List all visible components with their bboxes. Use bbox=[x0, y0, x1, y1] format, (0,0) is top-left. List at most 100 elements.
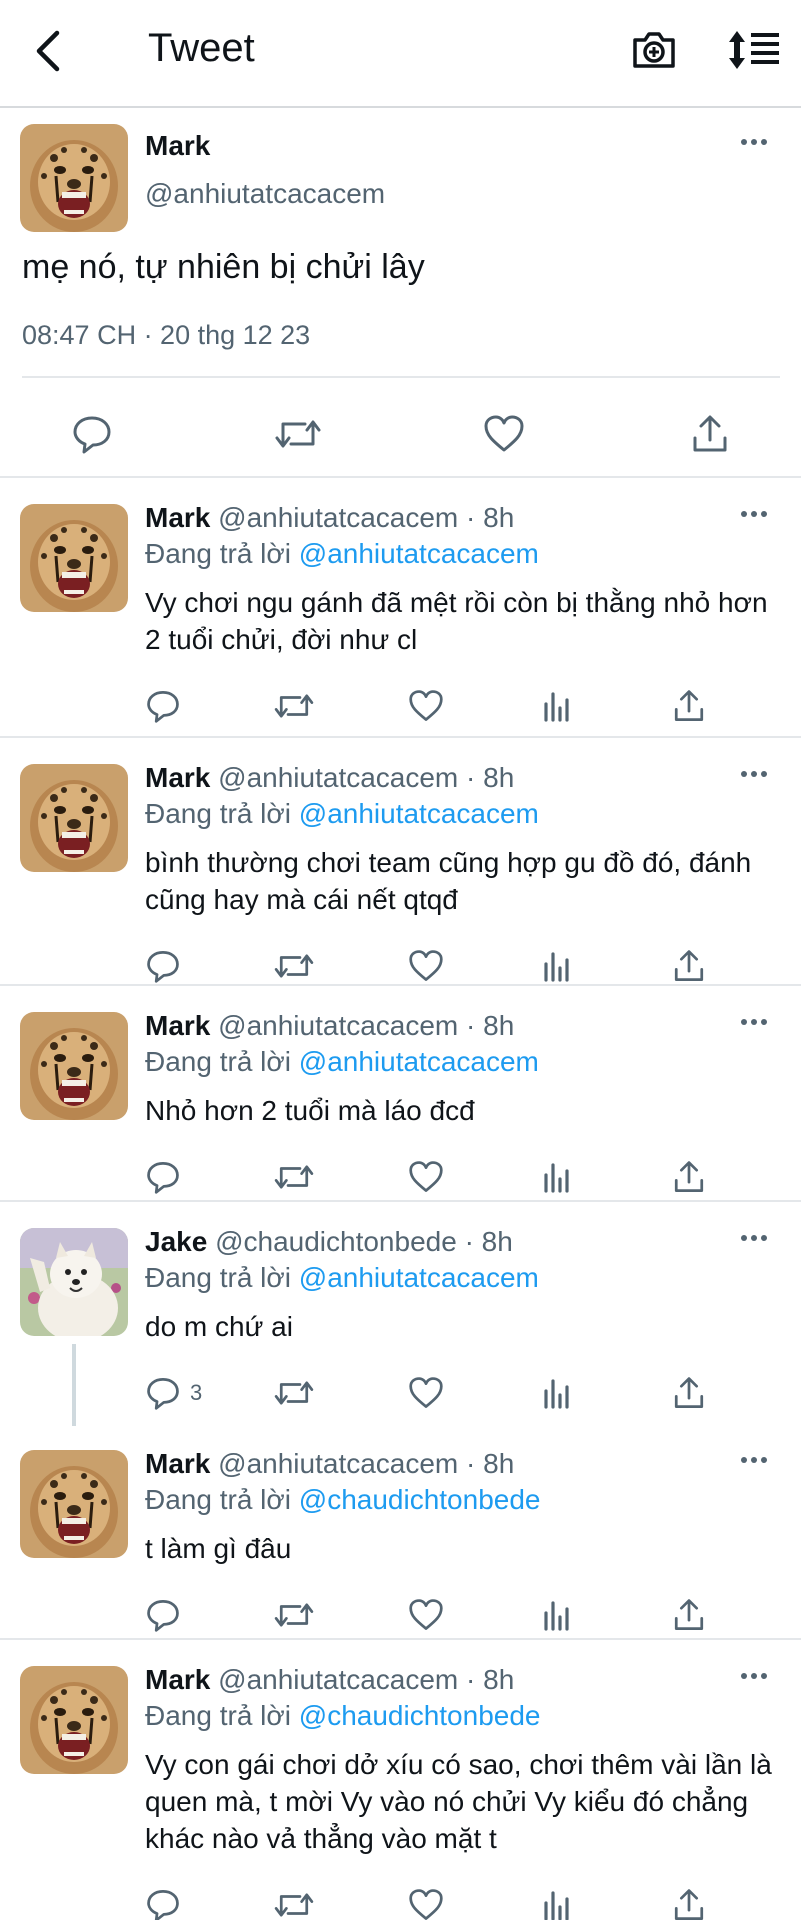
reply-tweet[interactable]: Mark @anhiutatcacacem · 8h Đang trả lời … bbox=[0, 988, 801, 1202]
heart-icon bbox=[409, 1377, 443, 1408]
retweet-icon bbox=[274, 1381, 314, 1405]
mention-link[interactable]: @anhiutatcacacem bbox=[299, 538, 539, 569]
author-name[interactable]: Mark bbox=[145, 1664, 210, 1695]
author-name[interactable]: Mark bbox=[145, 130, 210, 162]
avatar[interactable] bbox=[20, 124, 128, 232]
share-button[interactable] bbox=[672, 1371, 706, 1415]
heart-icon bbox=[409, 1599, 443, 1630]
more-button[interactable] bbox=[740, 1672, 768, 1680]
avatar[interactable] bbox=[20, 1012, 128, 1120]
stats-button[interactable] bbox=[542, 684, 572, 728]
retweet-button[interactable] bbox=[274, 944, 314, 988]
mention-link[interactable]: @chaudichtonbede bbox=[299, 1484, 541, 1515]
author-name[interactable]: Jake bbox=[145, 1226, 207, 1257]
more-button[interactable] bbox=[740, 510, 768, 518]
mention-link[interactable]: @chaudichtonbede bbox=[299, 1700, 541, 1731]
chevron-left-icon bbox=[36, 30, 60, 72]
reply-button[interactable]: 3 bbox=[146, 1371, 202, 1415]
like-button[interactable] bbox=[408, 1155, 444, 1199]
retweet-icon bbox=[274, 1165, 314, 1189]
like-button[interactable] bbox=[408, 1593, 444, 1637]
more-button[interactable] bbox=[740, 1456, 768, 1464]
reply-actions bbox=[0, 944, 801, 988]
reply-tweet[interactable]: Mark @anhiutatcacacem · 8h Đang trả lời … bbox=[0, 1642, 801, 1920]
more-button[interactable] bbox=[740, 1018, 768, 1026]
author-handle-time[interactable]: @anhiutatcacacem · 8h bbox=[210, 1664, 514, 1695]
share-button[interactable] bbox=[672, 684, 706, 728]
more-icon bbox=[741, 771, 767, 777]
more-button[interactable] bbox=[740, 770, 768, 778]
replying-to-label: Đang trả lời bbox=[145, 1262, 299, 1293]
retweet-button[interactable] bbox=[274, 684, 314, 728]
mention-link[interactable]: @anhiutatcacacem bbox=[299, 1262, 539, 1293]
sort-button[interactable] bbox=[722, 22, 786, 78]
stats-button[interactable] bbox=[542, 944, 572, 988]
like-button[interactable] bbox=[474, 404, 534, 464]
mention-link[interactable]: @anhiutatcacacem bbox=[299, 798, 539, 829]
more-button[interactable] bbox=[740, 138, 768, 146]
replying-to-label: Đang trả lời bbox=[145, 1700, 299, 1731]
reply-button[interactable] bbox=[62, 404, 122, 464]
avatar[interactable] bbox=[20, 1450, 128, 1558]
retweet-button[interactable] bbox=[274, 1371, 314, 1415]
more-icon bbox=[741, 1457, 767, 1463]
author-handle-time[interactable]: @anhiutatcacacem · 8h bbox=[210, 1010, 514, 1041]
like-button[interactable] bbox=[408, 684, 444, 728]
author-handle[interactable]: @anhiutatcacacem bbox=[145, 178, 385, 210]
author-handle-time[interactable]: @chaudichtonbede · 8h bbox=[207, 1226, 513, 1257]
reply-tweet[interactable]: Mark @anhiutatcacacem · 8h Đang trả lời … bbox=[0, 740, 801, 986]
share-button[interactable] bbox=[672, 944, 706, 988]
author-handle-time[interactable]: @anhiutatcacacem · 8h bbox=[210, 502, 514, 533]
retweet-button[interactable] bbox=[274, 1155, 314, 1199]
reply-button[interactable] bbox=[146, 684, 190, 728]
more-button[interactable] bbox=[740, 1234, 768, 1242]
camera-button[interactable] bbox=[628, 22, 680, 78]
more-icon bbox=[741, 1235, 767, 1241]
author-name[interactable]: Mark bbox=[145, 502, 210, 533]
author-handle-time[interactable]: @anhiutatcacacem · 8h bbox=[210, 1448, 514, 1479]
author-name[interactable]: Mark bbox=[145, 762, 210, 793]
author-name[interactable]: Mark bbox=[145, 1448, 210, 1479]
main-tweet: Mark @anhiutatcacacem mẹ nó, tự nhiên bị… bbox=[0, 108, 801, 478]
author-handle-time[interactable]: @anhiutatcacacem · 8h bbox=[210, 762, 514, 793]
stats-button[interactable] bbox=[542, 1593, 572, 1637]
stats-button[interactable] bbox=[542, 1883, 572, 1920]
share-button[interactable] bbox=[672, 1593, 706, 1637]
share-button[interactable] bbox=[672, 1883, 706, 1920]
avatar[interactable] bbox=[20, 504, 128, 612]
reply-button[interactable] bbox=[146, 1883, 190, 1920]
back-button[interactable] bbox=[22, 22, 74, 80]
avatar[interactable] bbox=[20, 1228, 128, 1336]
share-button[interactable] bbox=[672, 1155, 706, 1199]
reply-button[interactable] bbox=[146, 1155, 190, 1199]
reply-icon bbox=[147, 1890, 179, 1920]
tweet-text: mẹ nó, tự nhiên bị chửi lây bbox=[22, 248, 425, 286]
reply-tweet[interactable]: Mark @anhiutatcacacem · 8h Đang trả lời … bbox=[0, 480, 801, 738]
reply-tweet[interactable]: Mark @anhiutatcacacem · 8h Đang trả lời … bbox=[0, 1426, 801, 1640]
author-name[interactable]: Mark bbox=[145, 1010, 210, 1041]
sort-icon bbox=[729, 31, 779, 69]
mention-link[interactable]: @anhiutatcacacem bbox=[299, 1046, 539, 1077]
stats-button[interactable] bbox=[542, 1371, 572, 1415]
reply-header: Mark @anhiutatcacacem · 8h bbox=[145, 1448, 514, 1480]
reply-tweet[interactable]: Jake @chaudichtonbede · 8h Đang trả lời … bbox=[0, 1204, 801, 1436]
reply-header: Mark @anhiutatcacacem · 8h bbox=[145, 502, 514, 534]
retweet-button[interactable] bbox=[274, 1593, 314, 1637]
stats-button[interactable] bbox=[542, 1155, 572, 1199]
reply-button[interactable] bbox=[146, 1593, 190, 1637]
avatar[interactable] bbox=[20, 764, 128, 872]
like-button[interactable] bbox=[408, 1883, 444, 1920]
camera-plus-icon bbox=[633, 32, 675, 68]
retweet-button[interactable] bbox=[268, 404, 328, 464]
share-icon bbox=[674, 690, 704, 721]
like-button[interactable] bbox=[408, 1371, 444, 1415]
reply-actions bbox=[0, 1593, 801, 1637]
like-button[interactable] bbox=[408, 944, 444, 988]
retweet-icon bbox=[274, 694, 314, 718]
avatar[interactable] bbox=[20, 1666, 128, 1774]
retweet-button[interactable] bbox=[274, 1883, 314, 1920]
share-button[interactable] bbox=[680, 404, 740, 464]
replying-to: Đang trả lời @chaudichtonbede bbox=[145, 1484, 540, 1516]
reply-header: Mark @anhiutatcacacem · 8h bbox=[145, 1664, 514, 1696]
reply-button[interactable] bbox=[146, 944, 190, 988]
